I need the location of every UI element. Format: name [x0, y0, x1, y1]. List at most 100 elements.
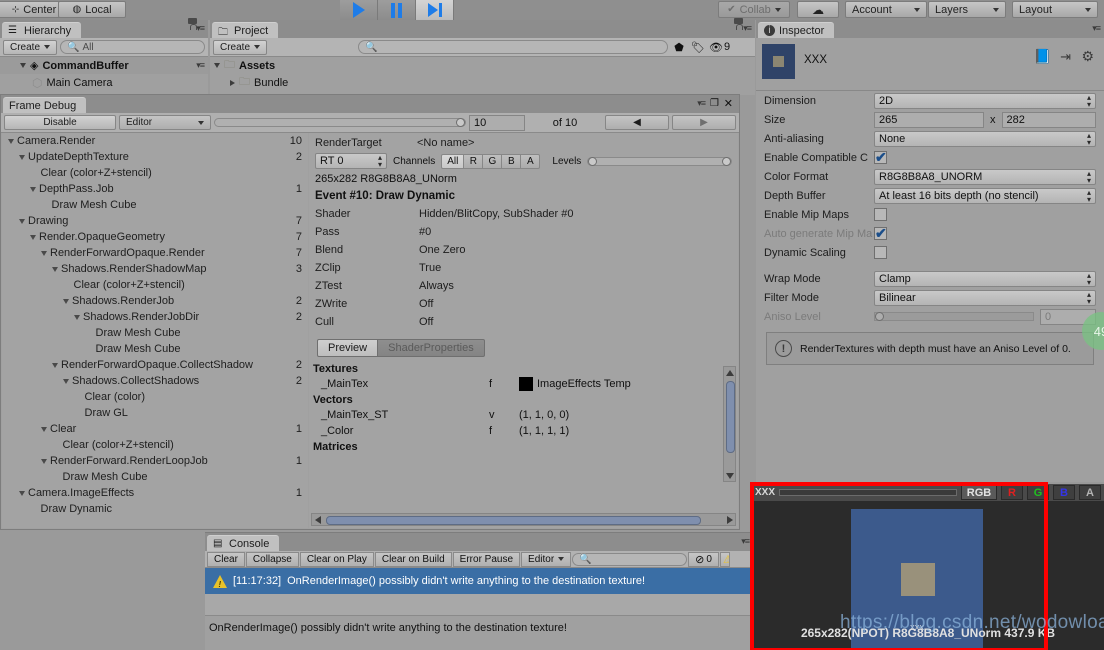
framedebug-tree-row[interactable]: Clear1	[2, 421, 308, 437]
chevron-down-icon[interactable]	[20, 63, 26, 68]
channel-a-button[interactable]: A	[521, 154, 540, 169]
project-row-bundle[interactable]: 🗀 Bundle	[210, 74, 755, 91]
framedebug-tree-row[interactable]: Clear (color+Z+stencil)	[2, 277, 308, 293]
framedebug-tree-row[interactable]: Clear (color+Z+stencil)	[2, 165, 308, 181]
mip-level-slider[interactable]	[779, 489, 957, 496]
preset-icon[interactable]: ⇥	[1060, 49, 1071, 65]
framedebug-tree-row[interactable]: RenderForwardOpaque.CollectShadow2	[2, 357, 308, 373]
inspector-size-width-input[interactable]: 265	[874, 112, 984, 128]
panel-menu-icon[interactable]: ▾≡	[741, 536, 749, 547]
project-search-input[interactable]: 🔍	[358, 40, 668, 54]
console-target-dropdown[interactable]: Editor	[521, 552, 571, 567]
framedebug-event-index-input[interactable]: 10	[469, 115, 525, 131]
chevron-down-icon[interactable]	[19, 491, 25, 496]
framedebug-tree-row[interactable]: Draw Mesh Cube	[2, 469, 308, 485]
console-collapse-button[interactable]: Collapse	[246, 552, 299, 567]
maximize-icon[interactable]: ❐	[710, 98, 719, 109]
chevron-down-icon[interactable]	[63, 299, 69, 304]
framedebug-tree-row[interactable]: Drawing7	[2, 213, 308, 229]
tab-frame-debug[interactable]: Frame Debug	[3, 97, 86, 113]
cloud-button[interactable]: ☁	[797, 1, 839, 18]
levels-handle-max[interactable]	[722, 157, 731, 166]
chevron-down-icon[interactable]	[74, 315, 80, 320]
preview-channel-a-button[interactable]: A	[1079, 485, 1101, 500]
framedebug-tree-row[interactable]: Draw GL	[2, 405, 308, 421]
filter-type-icon[interactable]: ⬟	[671, 41, 687, 54]
project-row-assets[interactable]: 🗀 Assets	[210, 57, 755, 74]
inspector-dropdown[interactable]: None▴▾	[874, 131, 1096, 147]
hierarchy-search-input[interactable]: 🔍 All	[60, 40, 205, 54]
chevron-down-icon[interactable]	[52, 267, 58, 272]
preview-channel-rgb-button[interactable]: RGB	[961, 485, 997, 500]
scroll-up-icon[interactable]	[725, 368, 734, 377]
framedebug-disable-button[interactable]: Disable	[4, 115, 116, 130]
framedebug-tree-row[interactable]: Draw Mesh Cube	[2, 341, 308, 357]
inspector-dropdown[interactable]: R8G8B8A8_UNORM▴▾	[874, 169, 1096, 185]
channel-r-button[interactable]: R	[464, 154, 483, 169]
console-warning-count[interactable]: ⚠	[720, 552, 730, 567]
framedebug-tree-row[interactable]: Clear (color+Z+stencil)	[2, 437, 308, 453]
inspector-checkbox[interactable]	[874, 151, 887, 164]
framedebug-tree-row[interactable]: Camera.Render10	[2, 133, 308, 149]
hscroll-thumb[interactable]	[326, 516, 701, 525]
panel-menu-icon[interactable]: ▾≡	[196, 23, 204, 34]
scene-menu-icon[interactable]: ▾≡	[196, 60, 204, 71]
shaderprops-vscrollbar[interactable]	[723, 366, 736, 482]
inspector-slider[interactable]	[874, 312, 1034, 321]
slider-handle[interactable]	[456, 118, 465, 127]
framedebug-tree-row[interactable]: UpdateDepthTexture2	[2, 149, 308, 165]
layers-button[interactable]: Layers	[928, 1, 1006, 18]
project-create-button[interactable]: Create	[213, 40, 267, 55]
filter-label-icon[interactable]: 🏷	[690, 41, 706, 54]
chevron-down-icon[interactable]	[214, 63, 220, 68]
framedebug-tree-row[interactable]: RenderForward.RenderLoopJob1	[2, 453, 308, 469]
chevron-down-icon[interactable]	[63, 379, 69, 384]
play-button[interactable]	[340, 0, 378, 20]
tab-project[interactable]: 🗀 Project	[212, 22, 278, 38]
preview-channel-g-button[interactable]: G	[1027, 485, 1049, 500]
close-icon[interactable]: ✕	[724, 97, 733, 110]
detail-hscrollbar[interactable]	[311, 513, 736, 526]
hierarchy-row-root[interactable]: ◈ CommandBuffer ▾≡	[0, 57, 208, 74]
framedebug-tree-row[interactable]: Draw Mesh Cube	[2, 197, 308, 213]
console-clear-on-play-button[interactable]: Clear on Play	[300, 552, 374, 567]
inspector-dropdown[interactable]: At least 16 bits depth (no stencil)▴▾	[874, 188, 1096, 204]
console-clear-on-build-button[interactable]: Clear on Build	[375, 552, 452, 567]
console-error-pause-button[interactable]: Error Pause	[453, 552, 520, 567]
console-search-input[interactable]: 🔍	[572, 553, 687, 566]
chevron-down-icon[interactable]	[30, 235, 36, 240]
inspector-dropdown[interactable]: 2D▴▾	[874, 93, 1096, 109]
framedebug-tree-row[interactable]: DepthPass.Job1	[2, 181, 308, 197]
hidden-count-badge[interactable]: 👁 9	[709, 41, 730, 54]
tab-inspector[interactable]: i Inspector	[758, 22, 834, 38]
layout-button[interactable]: Layout	[1012, 1, 1098, 18]
scroll-right-icon[interactable]	[725, 515, 734, 524]
panel-menu-icon[interactable]: ▾≡	[697, 98, 705, 109]
tab-preview[interactable]: Preview	[317, 339, 378, 357]
pause-button[interactable]	[378, 0, 416, 20]
framedebug-tree-row[interactable]: Camera.ImageEffects1	[2, 485, 308, 501]
framedebug-tree-row[interactable]: RenderForwardOpaque.Render7	[2, 245, 308, 261]
chevron-down-icon[interactable]	[19, 219, 25, 224]
framedebug-tree-row[interactable]: Shadows.RenderJob2	[2, 293, 308, 309]
pivot-local-button[interactable]: ◍ Local	[58, 1, 126, 18]
chevron-down-icon[interactable]	[30, 187, 36, 192]
help-book-icon[interactable]: 📘	[1034, 48, 1051, 65]
chevron-down-icon[interactable]	[19, 155, 25, 160]
framedebug-prev-button[interactable]: ◀	[605, 115, 669, 130]
console-clear-button[interactable]: Clear	[207, 552, 245, 567]
chevron-down-icon[interactable]	[8, 139, 14, 144]
channel-g-button[interactable]: G	[483, 154, 502, 169]
tab-console[interactable]: ▤ Console	[207, 535, 279, 551]
hierarchy-create-button[interactable]: Create	[3, 40, 57, 55]
inspector-checkbox[interactable]	[874, 208, 887, 221]
inspector-dropdown[interactable]: Bilinear▴▾	[874, 290, 1096, 306]
vscroll-thumb[interactable]	[726, 381, 735, 453]
console-log-entry[interactable]: ! [11:17:32] OnRenderImage() possibly di…	[205, 568, 755, 594]
framedebug-tree-row[interactable]: Render.OpaqueGeometry7	[2, 229, 308, 245]
scroll-left-icon[interactable]	[313, 515, 322, 524]
chevron-right-icon[interactable]	[230, 80, 235, 86]
framedebug-tree-row[interactable]: Draw Mesh Cube	[2, 325, 308, 341]
inspector-size-height-input[interactable]: 282	[1002, 112, 1097, 128]
rt-select-dropdown[interactable]: RT 0 ▴▾	[315, 153, 387, 169]
